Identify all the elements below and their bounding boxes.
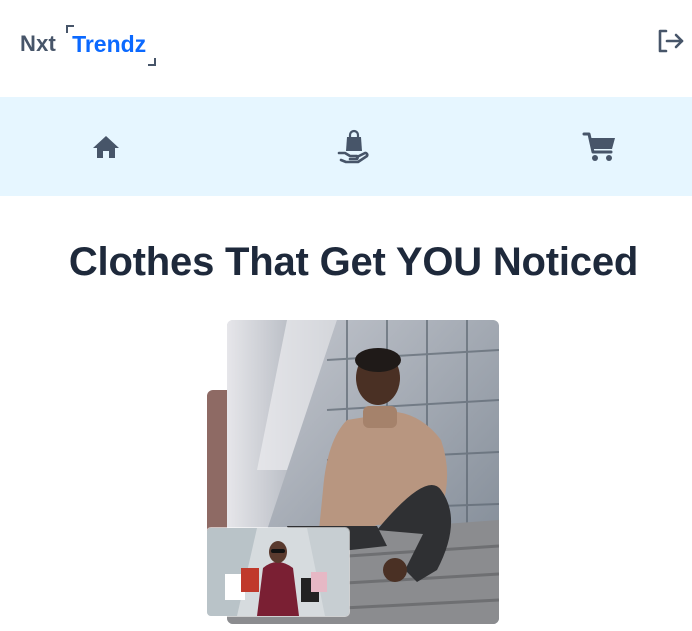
hero-image-group (205, 318, 505, 628)
shopping-bag-hand-icon (337, 129, 369, 164)
nav-bar (0, 97, 692, 196)
logo-bracket-top-left (66, 24, 75, 33)
logo-trendz-text: Trendz (66, 24, 157, 66)
logo-trendz-label: Trendz (72, 30, 147, 57)
cart-icon (582, 132, 615, 161)
woman-with-shopping-bags-photo (207, 528, 349, 616)
page-title: Clothes That Get YOU Noticed (68, 240, 639, 284)
home-icon (93, 136, 119, 158)
logout-button[interactable] (656, 28, 686, 54)
logo-nxt-text: Nxt (20, 31, 57, 56)
logo[interactable]: Nxt Trendz (20, 22, 157, 66)
header: Nxt Trendz (0, 0, 692, 97)
logo-bracket-bottom-right (148, 57, 157, 66)
nav-item-home[interactable] (86, 127, 126, 167)
nav-item-cart[interactable] (580, 127, 620, 167)
nav-item-products[interactable] (334, 127, 374, 167)
logout-icon (658, 29, 684, 53)
